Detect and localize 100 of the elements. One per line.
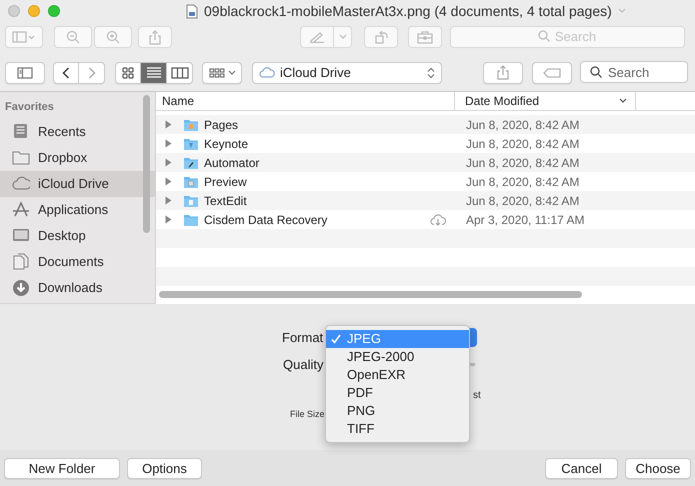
file-name: TextEdit <box>204 192 247 210</box>
zoom-in-icon <box>106 30 120 44</box>
share-button[interactable] <box>483 62 523 84</box>
chevron-down-icon <box>619 98 627 104</box>
back-button[interactable] <box>53 62 79 84</box>
briefcase-icon <box>417 30 433 44</box>
file-name: Keynote <box>204 136 248 152</box>
column-header[interactable]: Date Modified <box>455 92 636 110</box>
scrollbar-thumb[interactable] <box>159 291 582 298</box>
sidebar-item[interactable]: Dropbox <box>0 144 155 170</box>
share-icon <box>149 30 161 44</box>
file-name: Pages <box>204 116 238 134</box>
close-button[interactable] <box>8 5 20 17</box>
folder-icon <box>183 212 199 226</box>
group-icon <box>208 68 224 78</box>
chevron-down-icon <box>228 70 236 76</box>
menu-item[interactable]: PDF <box>326 384 469 402</box>
list-view-button[interactable] <box>141 62 167 84</box>
window-title: 09blackrock1-mobileMasterAt3x.png (4 documents, 4 total pages) <box>204 2 612 21</box>
document-icon <box>186 4 198 18</box>
menu-item[interactable]: PNG <box>326 402 469 420</box>
folder-icon <box>183 174 199 188</box>
folder-icon <box>183 194 199 208</box>
date-modified: Apr 3, 2020, 11:17 AM <box>465 212 585 228</box>
documents-icon <box>12 253 30 270</box>
disclosure-triangle-icon <box>165 215 172 224</box>
zoom-in-button[interactable] <box>94 26 132 48</box>
format-label: Format <box>282 329 324 347</box>
folder-icon <box>183 118 199 132</box>
table-row[interactable]: Automator Jun 8, 2020, 8:42 AM <box>156 153 695 172</box>
date-modified: Jun 8, 2020, 8:42 AM <box>465 192 580 210</box>
file-size-label: File Size <box>290 408 325 421</box>
new-folder-button[interactable]: New Folder <box>4 458 120 478</box>
columns-icon <box>170 66 188 78</box>
back-icon <box>62 66 70 78</box>
compass-tools-icon <box>12 201 30 218</box>
sidebar-item[interactable]: Applications <box>0 196 155 222</box>
rotate-button[interactable] <box>364 26 398 48</box>
menu-item[interactable]: JPEG-2000 <box>326 348 469 366</box>
grid-icon <box>122 66 134 78</box>
share-icon <box>497 65 509 80</box>
disclosure-triangle-icon <box>165 196 172 205</box>
zoom-out-button[interactable] <box>54 26 92 48</box>
menu-item[interactable]: TIFF <box>326 420 469 438</box>
desktop-icon <box>12 227 30 244</box>
table-row[interactable]: Pages Jun 8, 2020, 8:42 AM <box>156 115 695 134</box>
disclosure-triangle-icon <box>165 158 172 167</box>
toolbox-button[interactable] <box>408 26 442 48</box>
search-icon <box>538 30 550 42</box>
choose-button[interactable]: Choose <box>625 458 691 478</box>
sidebar-item[interactable]: Desktop <box>0 222 155 248</box>
folder-icon <box>12 149 30 166</box>
download-icon <box>12 279 30 296</box>
sidebar-item[interactable]: Downloads <box>0 274 155 300</box>
markup-menu-button[interactable] <box>334 26 352 48</box>
disclosure-triangle-icon <box>165 120 172 129</box>
search-icon <box>590 66 602 78</box>
sidebar-icon <box>17 66 33 78</box>
file-name: Preview <box>204 174 247 190</box>
folder-icon <box>183 136 199 150</box>
file-name: Automator <box>204 154 260 172</box>
columns-view-button[interactable] <box>167 62 193 84</box>
sidebar-item[interactable]: iCloud Drive <box>0 170 155 196</box>
file-name: Cisdem Data Recovery <box>204 212 328 228</box>
slider-end-label: st <box>473 389 481 403</box>
zoom-button[interactable] <box>48 5 60 17</box>
tag-button[interactable] <box>532 62 572 84</box>
minimize-button[interactable] <box>28 5 40 17</box>
up-down-icon <box>427 66 435 78</box>
section-heading: Favorites <box>4 100 55 115</box>
quality-label: Quality <box>283 356 324 374</box>
table-row[interactable]: TextEdit Jun 8, 2020, 8:42 AM <box>156 191 695 210</box>
pen-icon <box>309 31 325 43</box>
sidebar-menu-button[interactable] <box>5 26 43 48</box>
search-field[interactable]: Search <box>580 61 688 83</box>
disclosure-triangle-icon <box>165 139 172 148</box>
date-modified: Jun 8, 2020, 8:42 AM <box>465 136 580 152</box>
scrollbar-thumb[interactable] <box>143 95 150 233</box>
group-button[interactable] <box>202 62 242 84</box>
share-button[interactable] <box>138 26 172 48</box>
folder-icon <box>183 156 199 170</box>
sidebar-item[interactable]: Recents <box>0 118 155 144</box>
date-modified: Jun 8, 2020, 8:42 AM <box>465 154 580 172</box>
sidebar-item[interactable]: Documents <box>0 248 155 274</box>
column-header[interactable]: Name <box>156 92 455 110</box>
menu-item[interactable]: OpenEXR <box>326 366 469 384</box>
markup-button[interactable] <box>300 26 334 48</box>
forward-icon <box>88 66 96 78</box>
location-popup[interactable]: iCloud Drive <box>252 62 442 84</box>
tag-icon <box>543 68 561 78</box>
icons-view-button[interactable] <box>115 62 141 84</box>
sidebar-icon <box>12 31 36 43</box>
date-modified: Jun 8, 2020, 8:42 AM <box>465 116 580 134</box>
options-button[interactable]: Options <box>127 458 202 478</box>
zoom-out-icon <box>66 30 80 44</box>
cancel-button[interactable]: Cancel <box>545 458 618 478</box>
list-icon <box>146 66 162 79</box>
sidebar-toggle-button[interactable] <box>5 62 45 84</box>
checkmark-icon <box>330 334 340 344</box>
disclosure-triangle-icon <box>165 177 172 186</box>
